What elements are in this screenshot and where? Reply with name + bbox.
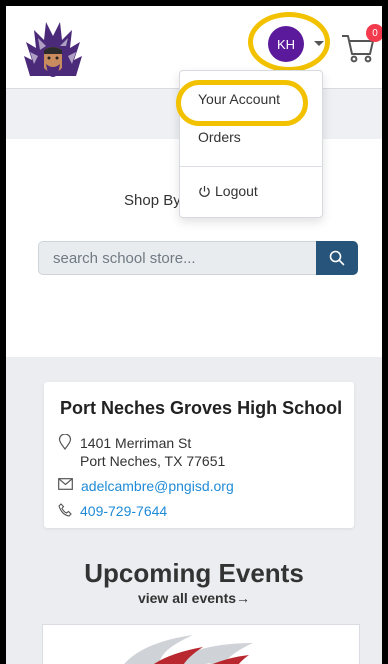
search-button[interactable] (316, 241, 358, 275)
menu-item-orders[interactable]: Orders (198, 129, 241, 145)
menu-item-logout[interactable]: Logout (198, 183, 258, 199)
school-phone-link[interactable]: 409-729-7644 (80, 503, 167, 519)
phone-icon (58, 503, 72, 517)
school-name: Port Neches Groves High School (60, 398, 343, 418)
search-input[interactable] (38, 241, 316, 275)
flame-graphic (124, 635, 253, 664)
shop-by-heading: Shop By (124, 192, 181, 209)
school-email-link[interactable]: adelcambre@pngisd.org (81, 478, 234, 494)
school-address: 1401 Merriman St Port Neches, TX 77651 (58, 434, 225, 470)
avatar-highlight-ring (248, 12, 330, 72)
your-account-highlight-ring (176, 80, 308, 126)
upcoming-events-heading: Upcoming Events (84, 558, 304, 588)
search-icon (329, 250, 345, 266)
blank-section (6, 287, 382, 357)
menu-divider (180, 166, 322, 167)
envelope-icon (58, 478, 73, 490)
school-info-card: Port Neches Groves High School 1401 Merr… (44, 382, 354, 528)
address-line-1: 1401 Merriman St (80, 435, 192, 451)
view-all-events-link[interactable]: view all events→ (6, 590, 382, 606)
logout-label: Logout (215, 183, 258, 199)
page-frame: KH 0 Shop By Your Account Orders Logout (6, 6, 382, 664)
power-icon (199, 185, 210, 197)
indian-chief-logo[interactable] (20, 16, 86, 86)
cart-count-badge: 0 (366, 24, 382, 42)
school-email-row: adelcambre@pngisd.org (58, 478, 234, 494)
search-bar (38, 241, 362, 275)
school-phone-row: 409-729-7644 (58, 503, 167, 519)
event-card[interactable] (42, 624, 360, 664)
address-line-2: Port Neches, TX 77651 (80, 453, 226, 469)
map-pin-icon (58, 434, 72, 450)
